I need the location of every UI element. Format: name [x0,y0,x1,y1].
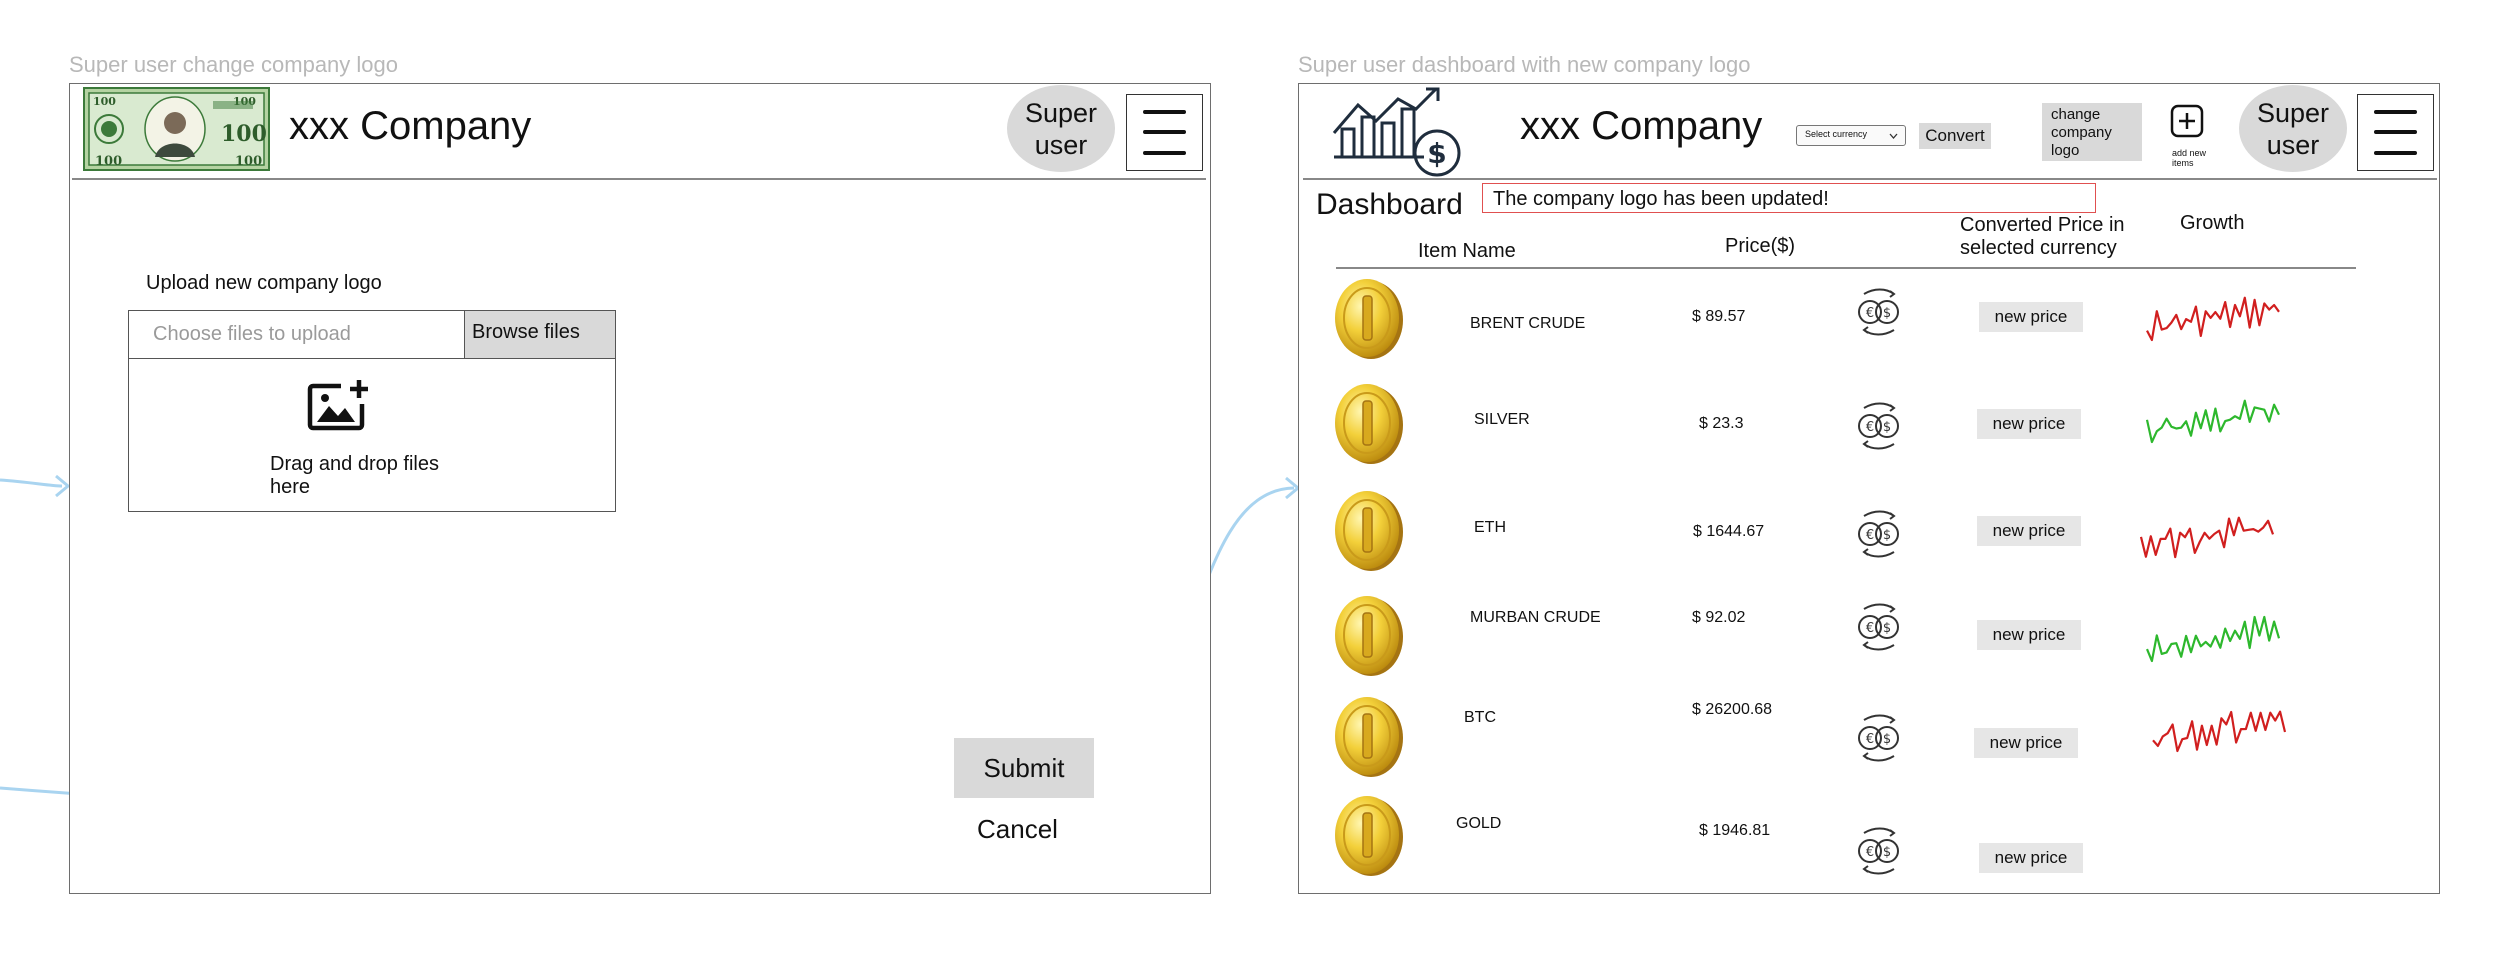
drop-instructions: Drag and drop files here [270,453,439,498]
company-name: xxx Company [289,104,532,148]
growth-sparkline-icon [2139,510,2275,562]
svg-text:100: 100 [235,154,262,169]
dashboard-title: Dashboard [1316,188,1463,221]
new-price-button[interactable]: new price [1977,620,2081,650]
company-logo[interactable]: 100 100 100 100 100 [83,87,270,171]
upload-heading: Upload new company logo [146,272,382,294]
browse-files-button[interactable]: Browse files [465,311,615,359]
add-image-icon [307,378,371,432]
add-items-label: add new items [2172,148,2207,168]
dollar-bill-logo: 100 100 100 100 100 [83,87,270,171]
upload-dropzone[interactable]: Choose files to upload Browse files Drag… [128,310,616,512]
currency-exchange-icon[interactable] [1850,708,1908,766]
item-name: MURBAN CRUDE [1470,609,1601,626]
new-price-button[interactable]: new price [1979,302,2083,332]
new-price-button[interactable]: new price [1979,843,2083,873]
svg-text:100: 100 [221,121,267,147]
convert-label: Convert [1925,126,1985,145]
item-price: $ 1946.81 [1699,822,1771,839]
gold-coin-icon [1334,694,1404,778]
currency-exchange-icon[interactable] [1850,396,1908,454]
chevron-down-icon [1889,133,1898,139]
gold-coin-icon [1334,381,1404,465]
notification-text: The company logo has been updated! [1493,188,1829,210]
super-user-label: Super user [1024,97,1098,160]
file-input-placeholder: Choose files to upload [153,323,351,345]
header-divider [72,178,1206,180]
item-name: ETH [1474,519,1506,536]
company-logo[interactable]: $ [1332,83,1462,179]
item-price: $ 89.57 [1692,308,1746,325]
currency-select[interactable]: Select currency [1796,125,1906,146]
column-header-growth: Growth [2180,212,2245,234]
gold-coin-icon [1334,793,1404,877]
growth-sparkline-icon [2145,613,2281,665]
file-input[interactable]: Choose files to upload [129,311,465,359]
gold-coin-icon [1334,593,1404,677]
svg-text:$: $ [1427,137,1446,170]
growth-sparkline-icon [2146,292,2280,344]
item-price: $ 23.3 [1699,415,1744,432]
frame-title: Super user change company logo [69,52,398,77]
item-name: BTC [1464,709,1496,726]
column-header-price: Price($) [1725,235,1796,257]
convert-button[interactable]: Convert [1919,123,1991,149]
currency-exchange-icon[interactable] [1850,504,1908,562]
item-price: $ 26200.68 [1692,701,1773,718]
frame-title: Super user dashboard with new company lo… [1298,52,1751,77]
submit-button[interactable]: Submit [954,738,1094,798]
currency-exchange-icon[interactable] [1850,282,1908,340]
column-header-item-name: Item Name [1418,240,1516,262]
change-logo-label: change company logo [2051,106,2112,159]
new-price-button[interactable]: new price [1974,728,2078,758]
super-user-label: Super user [2256,97,2330,160]
company-name: xxx Company [1520,104,1763,148]
hamburger-menu-icon[interactable] [1126,94,1203,171]
browse-files-label: Browse files [472,321,580,343]
submit-label: Submit [983,752,1065,783]
growth-sparkline-icon [2152,703,2287,755]
svg-text:100: 100 [95,154,122,169]
super-user-avatar[interactable]: Super user [1007,85,1115,172]
item-name: GOLD [1456,815,1502,832]
growth-chart-dollar-logo: $ [1332,87,1461,177]
gold-coin-icon [1334,276,1404,360]
cancel-button[interactable]: Cancel [977,814,1058,845]
plus-square-icon[interactable] [2170,104,2204,138]
header-divider [1303,178,2437,180]
logo-updated-notification: The company logo has been updated! [1482,183,2096,213]
new-price-button[interactable]: new price [1977,516,2081,546]
column-header-converted-price: Converted Price in selected currency [1960,214,2125,259]
super-user-avatar[interactable]: Super user [2239,85,2347,172]
currency-exchange-icon[interactable] [1850,597,1908,655]
currency-exchange-icon[interactable] [1850,821,1908,879]
item-price: $ 92.02 [1692,609,1746,626]
item-price: $ 1644.67 [1693,523,1765,540]
table-header-divider [1336,267,2356,269]
new-price-button[interactable]: new price [1977,409,2081,439]
gold-coin-icon [1334,488,1404,572]
change-logo-button[interactable]: change company logo [2042,103,2142,161]
currency-select-value: Select currency [1805,129,1868,139]
item-name: BRENT CRUDE [1470,315,1586,332]
growth-sparkline-icon [2145,394,2280,446]
item-name: SILVER [1474,411,1530,428]
svg-text:100: 100 [93,95,116,108]
hamburger-menu-icon[interactable] [2357,94,2434,171]
